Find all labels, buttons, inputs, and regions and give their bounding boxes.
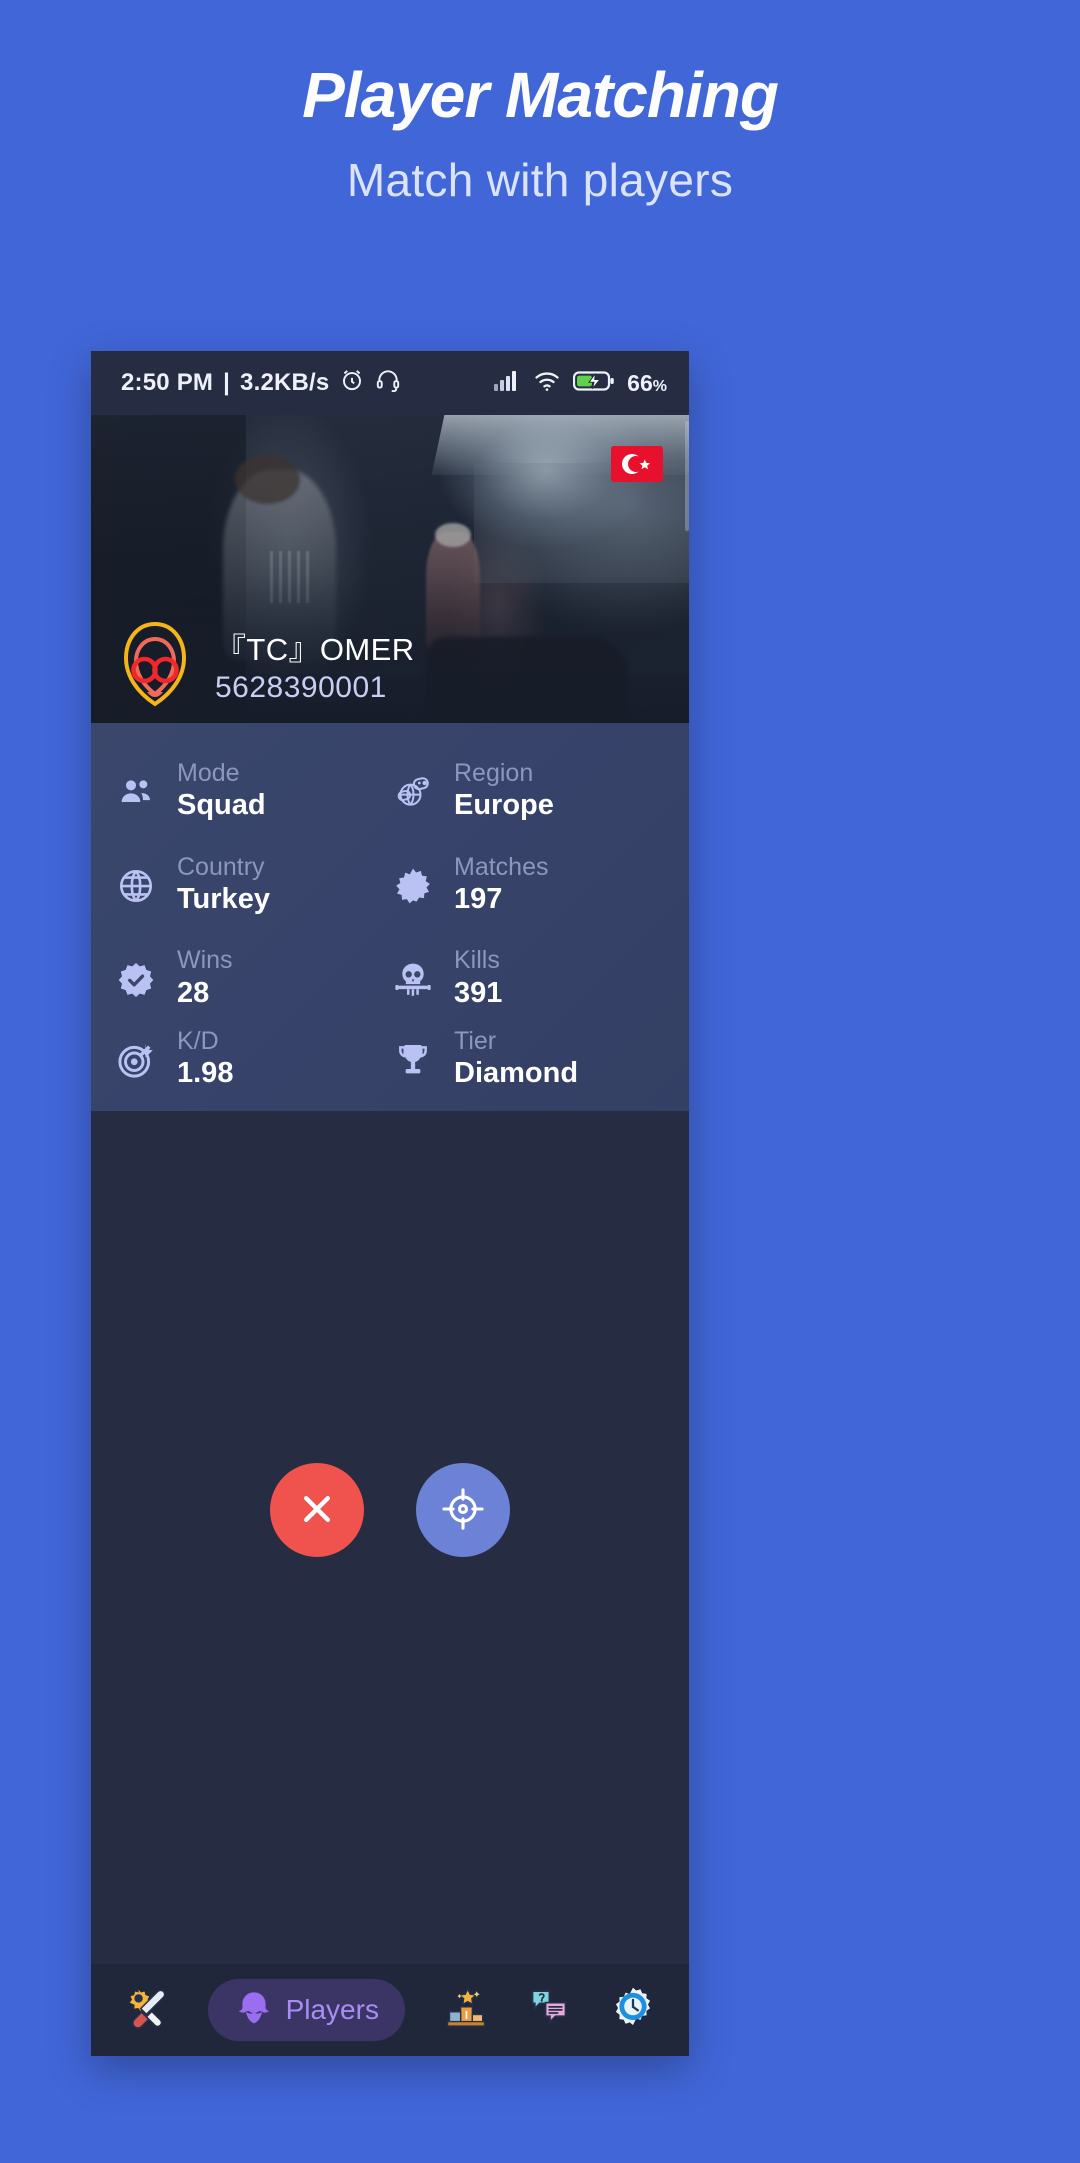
- stat-label: Tier: [454, 1026, 497, 1055]
- people-group-icon: [113, 769, 159, 815]
- player-stats-card: Mode Squad Region Europe Country Turkey …: [91, 723, 689, 1111]
- nav-item-players[interactable]: Players: [207, 1979, 405, 2041]
- player-name: 『TC』OMER: [215, 631, 415, 667]
- status-bar: 2:50 PM | 3.2KB/s 66%: [91, 351, 689, 415]
- globe-gamepad-icon: [390, 769, 436, 815]
- turkey-flag: [611, 446, 663, 482]
- promo-subtitle: Match with players: [346, 154, 734, 207]
- tools-icon: [124, 1985, 170, 2036]
- stat-label: Country: [177, 852, 265, 881]
- stat-label: Kills: [454, 946, 500, 975]
- cancel-button[interactable]: [270, 1463, 364, 1557]
- stat-label: Matches: [454, 852, 549, 881]
- close-x-icon: [297, 1489, 337, 1532]
- status-bar-left: 2:50 PM | 3.2KB/s: [121, 367, 401, 400]
- stat-label: Region: [454, 758, 534, 787]
- status-bar-right: 66%: [493, 369, 667, 398]
- nav-item-settings[interactable]: [610, 1979, 656, 2041]
- phone-screen: 2:50 PM | 3.2KB/s 66% 『TC』OMER 562839000…: [91, 351, 689, 2056]
- status-time: 2:50 PM: [121, 369, 214, 396]
- game-banner-image: 『TC』OMER 5628390001: [91, 415, 689, 723]
- player-identity-row: 『TC』OMER 5628390001: [91, 611, 689, 723]
- nav-item-ranking[interactable]: [443, 1979, 489, 2041]
- headset-icon: [375, 367, 401, 400]
- stat-mode: Mode Squad: [113, 745, 382, 839]
- battery-charging-icon: [573, 369, 615, 398]
- wifi-icon: [533, 370, 561, 397]
- neon-alien-face-avatar: [117, 620, 193, 708]
- bottom-navigation: Players: [91, 1964, 689, 2056]
- stat-value: Europe: [454, 789, 554, 822]
- stat-value: Squad: [177, 789, 266, 822]
- stat-label: Mode: [177, 758, 240, 787]
- podium-ranking-icon: [443, 1985, 489, 2036]
- stat-matches: Matches 197: [390, 839, 659, 933]
- status-separator: |: [223, 369, 231, 396]
- ghost-players-icon: [234, 1988, 274, 2033]
- scrollbar-indicator[interactable]: [685, 421, 689, 531]
- promo-header: Player Matching Match with players: [0, 0, 1080, 207]
- stat-value: 1.98: [177, 1057, 234, 1090]
- globe-icon: [113, 863, 159, 909]
- cellular-signal-icon: [493, 370, 521, 397]
- stat-tier: Tier Diamond: [390, 1027, 659, 1093]
- stat-value: 28: [177, 977, 210, 1010]
- badge-check-icon: [113, 957, 159, 1003]
- faq-chat-icon: [526, 1985, 572, 2036]
- stat-label: K/D: [177, 1026, 219, 1055]
- status-net-speed: 3.2KB/s: [240, 369, 330, 396]
- target-arrow-icon: [113, 1037, 159, 1083]
- action-button-row: [91, 1463, 689, 1557]
- player-id: 5628390001: [215, 670, 387, 704]
- settings-gear-clock-icon: [610, 1985, 656, 2036]
- trophy-icon: [390, 1037, 436, 1083]
- stat-region: Region Europe: [390, 745, 659, 839]
- stat-kd: K/D 1.98: [113, 1027, 382, 1093]
- stat-kills: Kills 391: [390, 933, 659, 1027]
- nav-item-label: Players: [285, 1994, 379, 2025]
- stat-value: 391: [454, 977, 503, 1010]
- battery-percent: 66%: [627, 369, 667, 396]
- starburst-icon: [390, 863, 436, 909]
- nav-item-tools[interactable]: [124, 1979, 170, 2041]
- stat-value: Diamond: [454, 1057, 579, 1090]
- crosshair-target-icon: [441, 1487, 485, 1534]
- stat-country: Country Turkey: [113, 839, 382, 933]
- content-area: [91, 1111, 689, 1671]
- nav-item-faq[interactable]: [526, 1979, 572, 2041]
- stat-wins: Wins 28: [113, 933, 382, 1027]
- stat-value: Turkey: [177, 883, 270, 916]
- find-match-button[interactable]: [416, 1463, 510, 1557]
- player-text-block: 『TC』OMER 5628390001: [215, 624, 415, 705]
- skull-gun-icon: [390, 957, 436, 1003]
- promo-title: Player Matching: [302, 59, 779, 131]
- stat-value: 197: [454, 883, 503, 916]
- stat-label: Wins: [177, 946, 233, 975]
- alarm-clock-icon: [339, 367, 365, 400]
